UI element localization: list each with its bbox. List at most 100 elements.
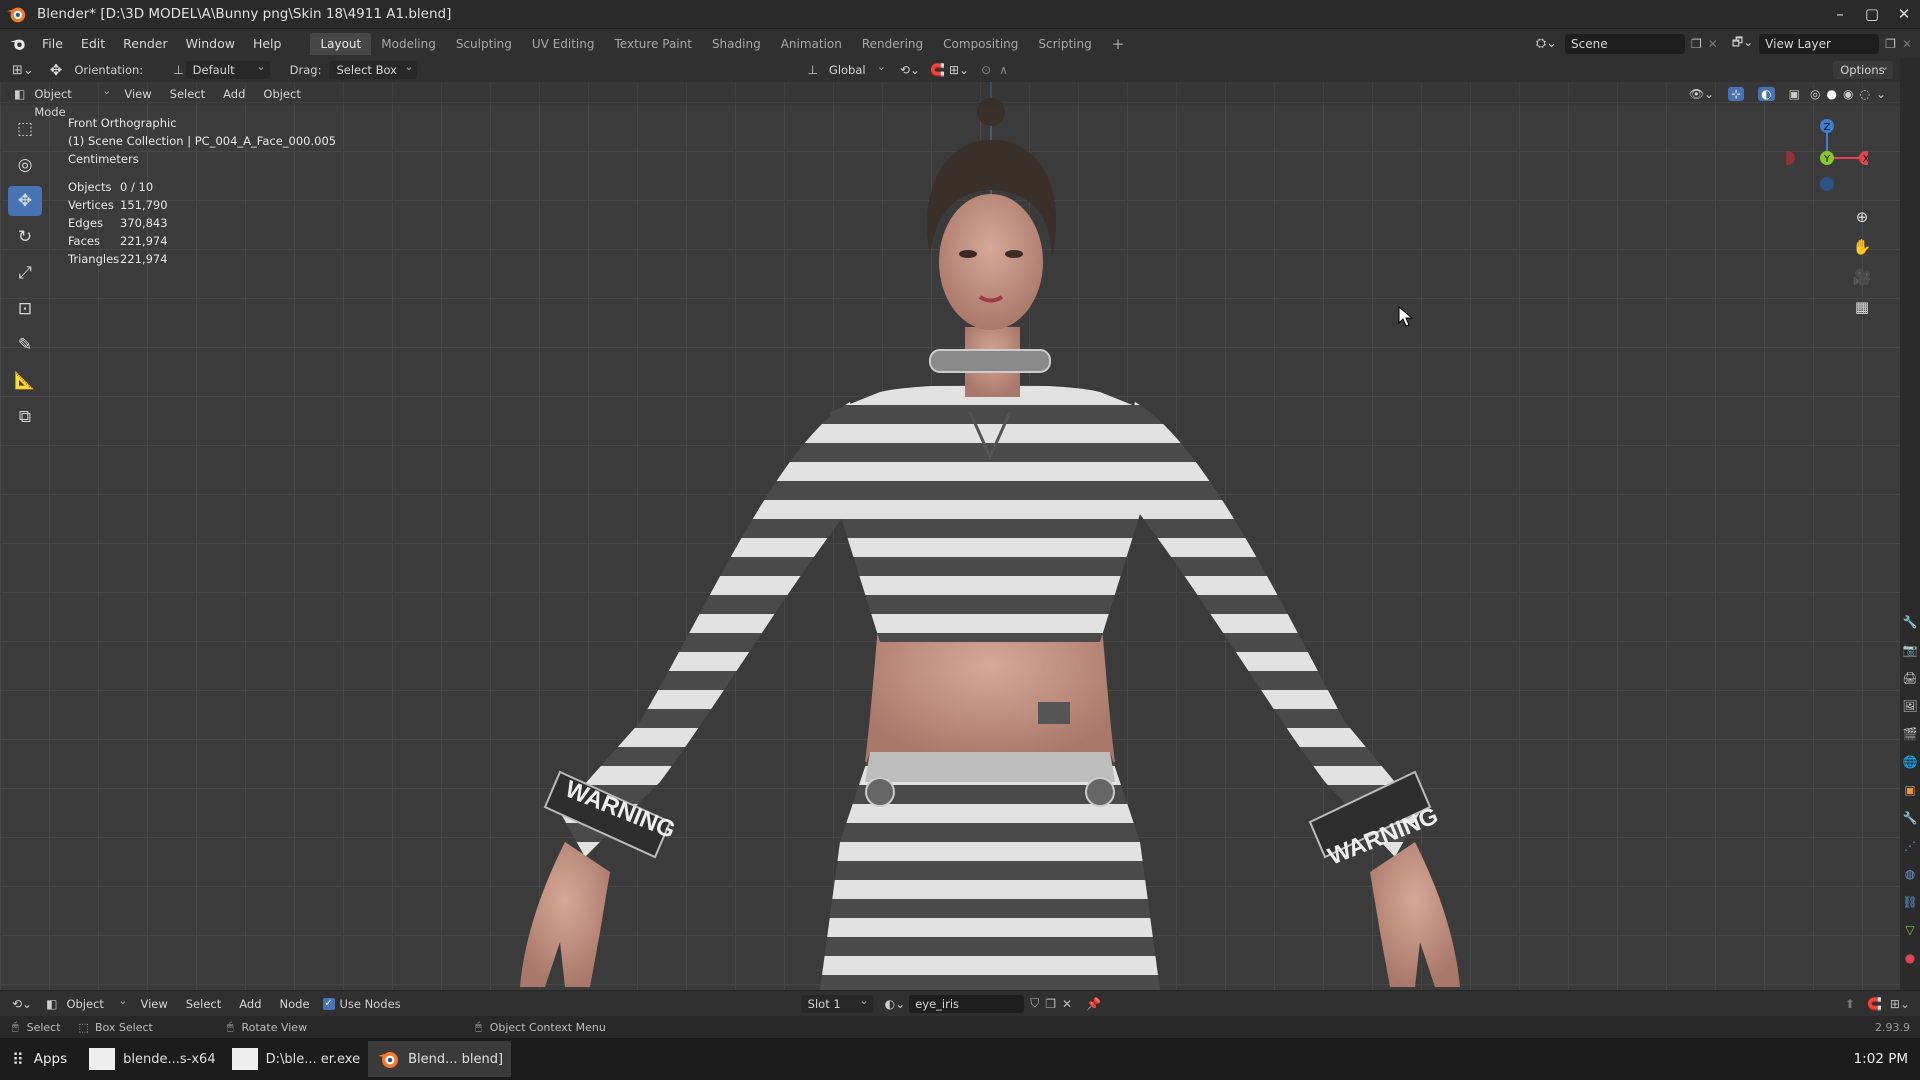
add-workspace-button[interactable]: + (1102, 33, 1135, 55)
new-view-layer-icon[interactable]: ❐ (1885, 37, 1896, 51)
options-dropdown[interactable]: Options (1833, 58, 1894, 79)
node-menu-node[interactable]: Node (271, 993, 319, 1015)
taskbar-item-blender-file[interactable]: Blend... blend] (368, 1041, 512, 1077)
particles-properties-icon[interactable]: ⋰ (1900, 832, 1920, 860)
pan-hand-icon[interactable]: ✋ (1850, 232, 1874, 262)
new-scene-icon[interactable]: ❐ (1691, 37, 1702, 51)
output-properties-icon[interactable]: 🖨 (1900, 664, 1920, 692)
transform-tool-icon[interactable]: ⊡ (8, 294, 42, 324)
tool-properties-icon[interactable]: 🔧 (1900, 608, 1920, 636)
apps-grid-icon[interactable]: ⠿ (12, 1050, 24, 1069)
tab-compositing[interactable]: Compositing (933, 33, 1028, 55)
tab-sculpting[interactable]: Sculpting (446, 33, 522, 55)
node-menu-view[interactable]: View (131, 993, 176, 1015)
taskbar-item-blender-exe[interactable]: D:\ble... er.exe (224, 1041, 369, 1077)
delete-scene-icon[interactable]: ✕ (1708, 37, 1718, 51)
modifier-properties-icon[interactable]: 🔧 (1900, 804, 1920, 832)
parent-node-tree-icon[interactable]: ⬆ (1845, 997, 1855, 1011)
unlink-material-icon[interactable]: ✕ (1062, 997, 1072, 1011)
grid-ortho-icon[interactable]: ▦ (1850, 292, 1874, 322)
material-properties-icon[interactable]: ● (1900, 944, 1920, 972)
drag-dropdown[interactable]: Select Box (329, 58, 418, 79)
menu-edit[interactable]: Edit (72, 33, 114, 55)
node-menu-select[interactable]: Select (177, 993, 230, 1015)
zoom-icon[interactable]: ⊕ (1850, 202, 1874, 232)
menu-file[interactable]: File (33, 33, 72, 55)
duplicate-material-icon[interactable]: ❐ (1045, 997, 1056, 1011)
viewport-menu-select[interactable]: Select (161, 83, 214, 105)
measure-tool-icon[interactable]: 📐 (8, 366, 42, 396)
tab-shading[interactable]: Shading (702, 33, 771, 55)
maximize-button[interactable]: ▢ (1856, 0, 1888, 29)
object-properties-icon[interactable]: ▣ (1900, 776, 1920, 804)
rotate-tool-icon[interactable]: ↻ (8, 222, 42, 252)
mode-dropdown[interactable]: Object Mode (27, 82, 115, 119)
apps-label[interactable]: Apps (34, 1051, 67, 1067)
snap-target-icon[interactable]: ⊞⌄ (949, 63, 969, 77)
snapping-icon[interactable]: 🧲 (1867, 997, 1882, 1011)
tab-layout[interactable]: Layout (310, 32, 372, 55)
material-name-field[interactable]: eye_iris (909, 994, 1025, 1013)
minimize-button[interactable]: – (1824, 0, 1856, 29)
move-tool-button-icon[interactable]: ✥ (8, 186, 42, 216)
constraints-properties-icon[interactable]: ⛓ (1900, 888, 1920, 916)
view-layer-icon[interactable]: 🗗⌄ (1732, 33, 1753, 54)
orientation-dropdown[interactable]: Default (185, 58, 270, 79)
menu-render[interactable]: Render (114, 33, 177, 55)
editor-type-icon[interactable]: ⊞⌄ (12, 63, 34, 78)
falloff-icon[interactable]: ∧ (999, 63, 1008, 77)
tab-texture-paint[interactable]: Texture Paint (605, 33, 702, 55)
pin-icon[interactable]: 📌 (1086, 997, 1101, 1011)
3d-viewport[interactable]: WARNING WARNING Front Orthographic (1) S… (0, 82, 1900, 990)
node-menu-add[interactable]: Add (230, 993, 270, 1015)
proportional-edit-icon[interactable]: ⊙ (981, 63, 991, 77)
material-browse-icon[interactable]: ◐⌄ (885, 997, 906, 1011)
gizmo-toggle-icon[interactable]: ⊹ (1728, 87, 1745, 101)
scene-properties-icon[interactable]: 🎬 (1900, 720, 1920, 748)
tab-scripting[interactable]: Scripting (1028, 33, 1101, 55)
xray-icon[interactable]: ▣ (1789, 87, 1800, 101)
menu-window[interactable]: Window (177, 33, 244, 55)
scene-field[interactable]: Scene (1565, 33, 1686, 54)
add-cube-tool-icon[interactable]: ⧉ (8, 402, 42, 432)
annotate-tool-icon[interactable]: ✎ (8, 330, 42, 360)
select-box-tool-icon[interactable]: ⬚ (8, 114, 42, 144)
node-snap-target-icon[interactable]: ⊞⌄ (1890, 997, 1910, 1011)
use-nodes-checkbox[interactable]: ✓ (322, 997, 335, 1010)
close-button[interactable]: ✕ (1888, 0, 1920, 29)
view-layer-field[interactable]: View Layer (1759, 33, 1880, 54)
node-editor-type-icon[interactable]: ⟲⌄ (12, 997, 32, 1011)
navigation-gizmo[interactable]: Z Y X (1786, 112, 1868, 194)
visibility-icon[interactable]: 👁⌄ (1689, 87, 1714, 101)
node-object-dropdown[interactable]: Object (59, 992, 131, 1013)
tab-uv-editing[interactable]: UV Editing (522, 33, 605, 55)
tab-animation[interactable]: Animation (771, 33, 852, 55)
material-shading-icon[interactable]: ◉ (1843, 87, 1853, 101)
transform-orientation-dropdown[interactable]: Global (822, 58, 890, 79)
wireframe-shading-icon[interactable]: ◎ (1810, 87, 1820, 101)
viewport-menu-view[interactable]: View (115, 83, 160, 105)
tab-modeling[interactable]: Modeling (371, 33, 446, 55)
blender-menu-icon[interactable] (9, 35, 27, 53)
shading-options-icon[interactable]: ⌄ (1876, 87, 1886, 101)
scene-icon[interactable]: ⛭⌄ (1536, 36, 1557, 51)
snap-icon[interactable]: 🧲 (930, 63, 945, 77)
physics-properties-icon[interactable]: ◍ (1900, 860, 1920, 888)
camera-icon[interactable]: 🎥 (1850, 262, 1874, 292)
scale-tool-icon[interactable]: ⤢ (8, 258, 42, 288)
menu-help[interactable]: Help (244, 33, 291, 55)
data-properties-icon[interactable]: ▽ (1900, 916, 1920, 944)
overlay-toggle-icon[interactable]: ◐ (1758, 87, 1775, 101)
render-properties-icon[interactable]: 📷 (1900, 636, 1920, 664)
fake-user-icon[interactable]: ⛉ (1030, 996, 1039, 1011)
world-properties-icon[interactable]: 🌐 (1900, 748, 1920, 776)
pivot-point-icon[interactable]: ⟲⌄ (900, 63, 920, 77)
solid-shading-icon[interactable]: ● (1826, 87, 1836, 101)
tab-rendering[interactable]: Rendering (852, 33, 933, 55)
view-layer-properties-icon[interactable]: 🖼 (1900, 692, 1920, 720)
delete-view-layer-icon[interactable]: ✕ (1902, 37, 1912, 51)
viewport-menu-add[interactable]: Add (214, 83, 254, 105)
viewport-menu-object[interactable]: Object (254, 83, 309, 105)
slot-dropdown[interactable]: Slot 1 (800, 992, 873, 1013)
cursor-tool-icon[interactable]: ◎ (8, 150, 42, 180)
